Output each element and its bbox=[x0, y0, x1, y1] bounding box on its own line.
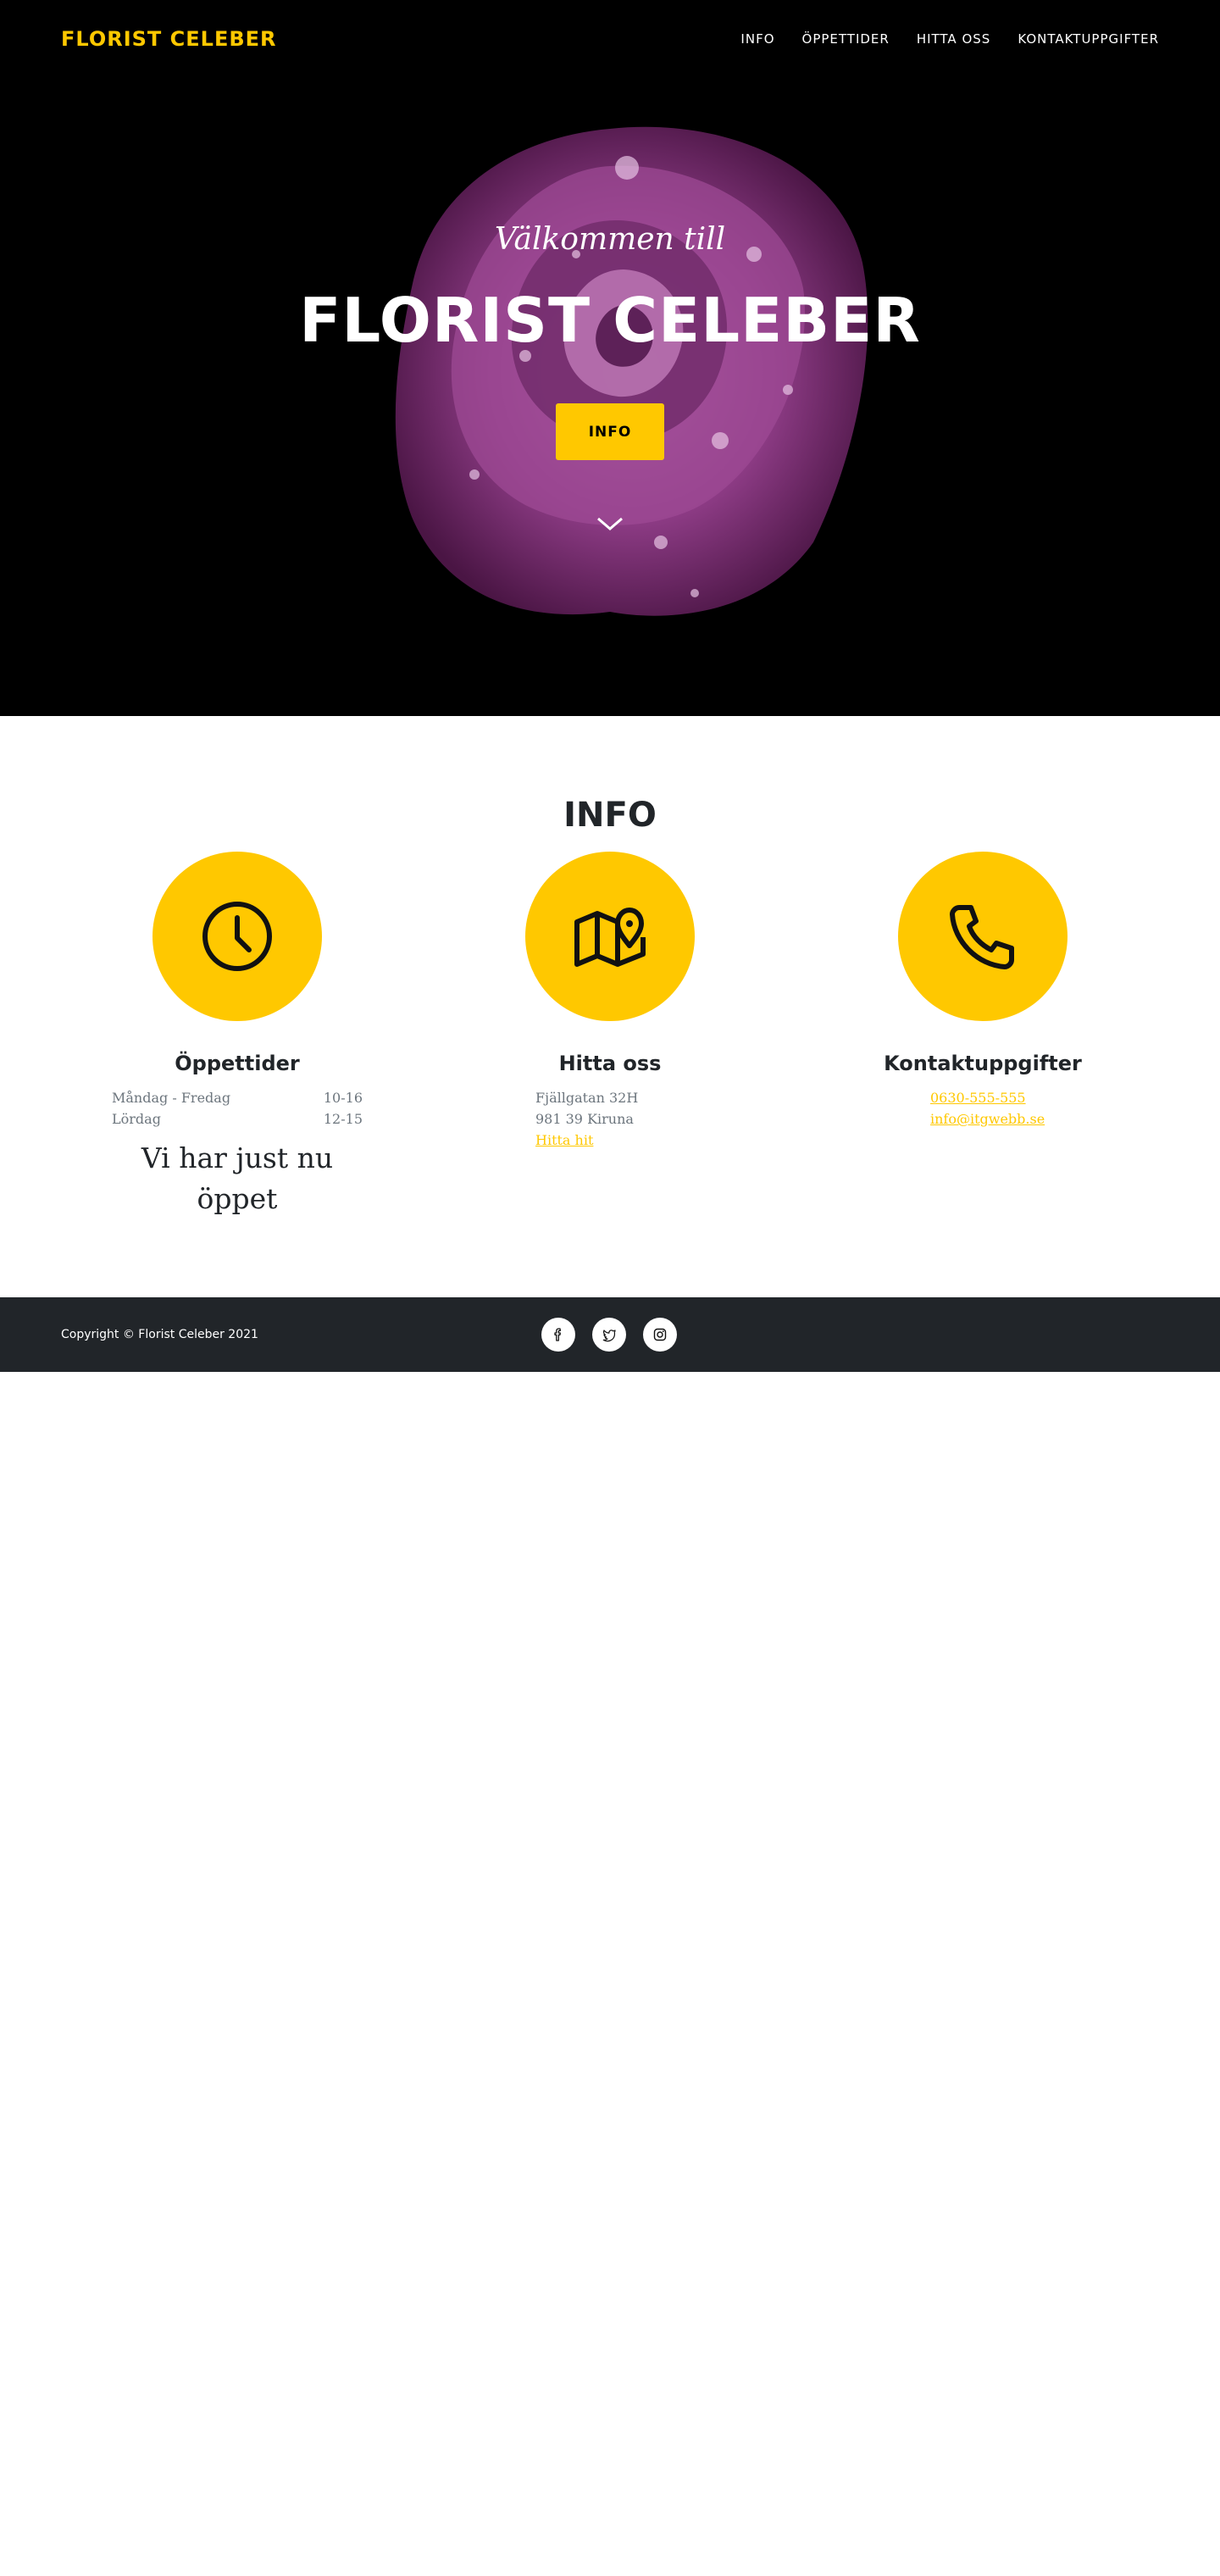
hours-day: Måndag - Fredag bbox=[112, 1090, 231, 1106]
location-circle bbox=[525, 852, 695, 1021]
hours-title: Öppettider bbox=[175, 1052, 300, 1075]
section-title: INFO bbox=[563, 796, 657, 835]
contact-column: Kontaktuppgifter 0630-555-555 info@itgwe… bbox=[796, 852, 1169, 1130]
nav-link-kontaktuppgifter[interactable]: KONTAKTUPPGIFTER bbox=[1018, 31, 1159, 47]
footer: Copyright © Florist Celeber 2021 bbox=[0, 1297, 1220, 1372]
location-title: Hitta oss bbox=[558, 1052, 662, 1075]
hours-time: 10-16 bbox=[323, 1090, 363, 1106]
chevron-down-icon[interactable] bbox=[595, 514, 625, 534]
brand-logo[interactable]: FLORIST CELEBER bbox=[61, 27, 277, 51]
open-status: Vi har just nu öppet bbox=[141, 1141, 334, 1215]
phone-link[interactable]: 0630-555-555 bbox=[930, 1090, 1026, 1106]
map-pin-icon bbox=[574, 908, 646, 967]
address-city: 981 39 Kiruna bbox=[535, 1111, 634, 1127]
clock-icon bbox=[202, 902, 272, 971]
hero-heading: FLORIST CELEBER bbox=[299, 285, 921, 356]
hours-time: 12-15 bbox=[323, 1111, 363, 1127]
location-column: Hitta oss Fjällgatan 32H 981 39 Kiruna H… bbox=[424, 852, 796, 1151]
hero-section: FLORIST CELEBER INFO ÖPPETTIDER HITTA OS… bbox=[0, 0, 1220, 716]
nav-link-oppettider[interactable]: ÖPPETTIDER bbox=[802, 31, 890, 47]
address-block: Fjällgatan 32H 981 39 Kiruna Hitta hit bbox=[535, 1087, 639, 1151]
hours-circle bbox=[152, 852, 322, 1021]
hours-day: Lördag bbox=[112, 1111, 161, 1127]
instagram-icon[interactable] bbox=[643, 1318, 677, 1352]
facebook-icon bbox=[554, 1328, 562, 1341]
contact-block: 0630-555-555 info@itgwebb.se bbox=[930, 1087, 1169, 1130]
instagram-icon bbox=[653, 1328, 667, 1341]
facebook-icon[interactable] bbox=[541, 1318, 575, 1352]
contact-circle bbox=[898, 852, 1068, 1021]
hours-column: Öppettider Måndag - Fredag 10-16 Lördag … bbox=[51, 852, 424, 1219]
hero-info-button[interactable]: INFO bbox=[556, 403, 664, 460]
nav-link-hitta-oss[interactable]: HITTA OSS bbox=[917, 31, 990, 47]
hours-row: Lördag 12-15 bbox=[112, 1108, 363, 1130]
main-nav: INFO ÖPPETTIDER HITTA OSS KONTAKTUPPGIFT… bbox=[713, 31, 1159, 47]
twitter-icon[interactable] bbox=[592, 1318, 626, 1352]
address-street: Fjällgatan 32H bbox=[535, 1090, 639, 1106]
directions-link[interactable]: Hitta hit bbox=[535, 1132, 593, 1148]
contact-title: Kontaktuppgifter bbox=[884, 1052, 1082, 1075]
copyright-text: Copyright © Florist Celeber 2021 bbox=[61, 1328, 258, 1341]
nav-link-info[interactable]: INFO bbox=[740, 31, 774, 47]
phone-icon bbox=[950, 905, 1014, 969]
social-links bbox=[541, 1318, 677, 1352]
hours-table: Måndag - Fredag 10-16 Lördag 12-15 bbox=[112, 1087, 363, 1130]
hours-row: Måndag - Fredag 10-16 bbox=[112, 1087, 363, 1108]
twitter-icon bbox=[602, 1330, 616, 1342]
top-navbar: FLORIST CELEBER INFO ÖPPETTIDER HITTA OS… bbox=[0, 0, 1220, 78]
info-section: INFO Öppettider Måndag - Fredag 10-16 Lö… bbox=[0, 716, 1220, 1297]
rose-image bbox=[395, 126, 868, 616]
email-link[interactable]: info@itgwebb.se bbox=[930, 1111, 1045, 1127]
hero-subheading: Välkommen till bbox=[494, 222, 726, 257]
